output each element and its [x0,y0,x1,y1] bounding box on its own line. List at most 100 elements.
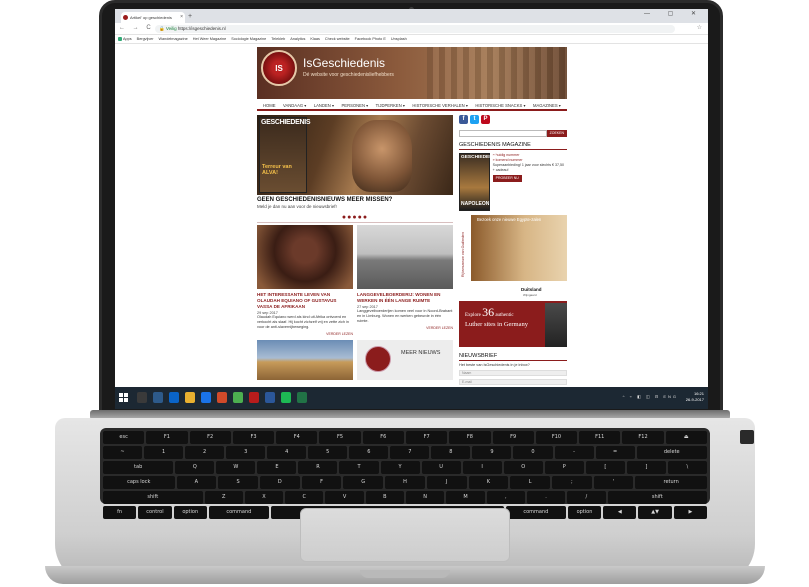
task-view-icon[interactable] [153,392,163,403]
close-icon[interactable]: × [180,12,183,23]
browser-tab-bar: Artikel' op geschiedenis × + — ▢ ✕ [115,9,708,23]
newsletter-heading: NIEUWSBRIEF [459,353,567,361]
word-icon[interactable] [265,392,275,403]
museum-ad[interactable]: Rijksmuseum van Oudheden Bezoek onze nie… [459,215,567,281]
url-field[interactable]: 🔒 Veilig https://isgeschiedenis.nl [155,25,675,33]
try-now-button[interactable]: PROBEER NU [492,175,522,182]
search-input[interactable] [459,130,547,137]
bookmark-item[interactable]: Het Weer Magazine [193,35,226,43]
key: 4 [267,446,307,459]
pyramids-image[interactable] [257,340,353,380]
bookmark-item[interactable]: Telekleb [271,35,285,43]
menu-item-landen[interactable]: LANDEN ▾ [314,101,334,109]
newsletter-email-input[interactable]: E-mail [459,379,567,385]
bookmark-item[interactable]: Wandelmagazine [159,35,188,43]
key: - [554,446,594,459]
bookmark-item[interactable]: Facebook Photo E [355,35,386,43]
hero-slider[interactable]: GESCHIEDENIS Terreur van ALVA! [257,115,453,195]
newsletter-text: Het beste van IsGeschiedenis in je inbox… [459,363,530,367]
luther-ad-top [459,285,567,301]
more-news-box[interactable]: MEER NIEUWS [357,340,453,380]
menu-item-historische-snacks[interactable]: HISTORISCHE SNACKS ▾ [475,101,525,109]
key: F4 [276,431,318,444]
menu-item-vandaag[interactable]: VANDAAG ▾ [283,101,306,109]
key: I [462,461,502,474]
header-artwork [427,47,567,99]
article-title[interactable]: HET INTERESSANTE LEVEN VAN OLAUDAH EQUIA… [257,292,353,310]
newsletter-name-input[interactable]: Naam [459,370,567,376]
menu-item-magazines[interactable]: MAGAZINES ▾ [533,101,561,109]
luther-ad-logo-sub: Wijngaard [523,293,537,297]
key: caps lock [103,476,175,489]
twitter-icon[interactable]: t [470,115,479,124]
article-cards: HET INTERESSANTE LEVEN VAN OLAUDAH EQUIA… [257,222,453,336]
file-explorer-icon[interactable] [185,392,195,403]
luther-ad-number: 36 [482,305,495,319]
key: 9 [472,446,512,459]
magazine-cover-title: GESCHIEDENIS [461,155,498,160]
more-news-label[interactable]: MEER NIEUWS [401,350,441,356]
spotify-icon[interactable] [281,392,291,403]
key: F3 [232,431,275,444]
nav-buttons[interactable]: ← → C [119,25,154,31]
edge-icon[interactable] [169,392,179,403]
carousel-dots[interactable]: ●●●●● [257,214,453,221]
search-icon[interactable] [137,392,147,403]
luther-ad[interactable]: Duitsland Wijngaard Explore 36 authentic… [459,285,567,347]
article-image[interactable] [357,225,453,289]
site-title[interactable]: IsGeschiedenis [303,56,385,70]
bookmark-item[interactable]: Sociologie Magazine [231,35,266,43]
pinterest-icon[interactable]: P [481,115,490,124]
key: J [426,476,467,489]
star-icon[interactable]: ☆ [697,24,702,31]
luther-ad-logo: Duitsland [521,287,542,292]
key: ⏏ [665,431,707,444]
key: 5 [308,446,348,459]
chrome-icon[interactable] [233,392,243,403]
key: return [635,476,707,489]
bookmark-item[interactable]: Analytics [290,35,305,43]
article-image[interactable] [257,225,353,289]
browser-tab[interactable]: Artikel' op geschiedenis × [121,12,185,23]
bookmark-item[interactable]: Check website [325,35,350,43]
key: ◀ [603,506,637,519]
hero-title[interactable]: GEEN GESCHIEDENISNIEUWS MEER MISSEN? [257,197,453,203]
office-icon[interactable] [217,392,227,403]
key: G [343,476,384,489]
windows-start-icon[interactable] [119,393,128,402]
magazine-cover[interactable]: GESCHIEDENIS NAPOLEON [459,153,497,211]
key: E [257,461,297,474]
menu-item-historische-verhalen[interactable]: HISTORISCHE VERHALEN ▾ [412,101,468,109]
menu-item-home[interactable]: HOME [263,101,276,109]
bookmark-item[interactable]: Bergvijver [137,35,154,43]
app-icon[interactable] [249,392,259,403]
key: [ [585,461,625,474]
read-more-link[interactable]: VERDER LEZEN [357,326,453,330]
system-tray[interactable]: ^ ⌁ ◧ ◫ ⊟ ENG [623,394,678,399]
bookmark-item[interactable]: Apps [118,35,132,43]
read-more-link[interactable]: VERDER LEZEN [257,332,353,336]
search-button[interactable]: ZOEKEN [546,130,567,137]
keyboard-row: caps lock A S D F G H J K L; ' return [103,476,707,489]
taskbar-clock[interactable]: 16:21 26-9-2017 [686,391,704,403]
excel-icon[interactable] [297,392,307,403]
window-controls[interactable]: — ▢ ✕ [644,10,704,17]
facebook-icon[interactable]: f [459,115,468,124]
key: F8 [449,431,491,444]
new-tab-button[interactable]: + [188,12,192,21]
magazine-offer: Superaanbieding! 1 jaar voor slechts € 3… [492,163,564,172]
key: 0 [513,446,553,459]
article-card[interactable]: HET INTERESSANTE LEVEN VAN OLAUDAH EQUIA… [257,225,353,336]
article-card[interactable]: LANGGEVELBOERDERIJ: WONEN EN WERKEN IN É… [357,225,453,336]
social-icons: f t P [459,115,567,124]
url-text: https://isgeschiedenis.nl [177,26,226,31]
bookmark-item[interactable]: Unsplash [391,35,407,43]
bookmark-item[interactable]: Klaas [310,35,320,43]
menu-item-tijdperken[interactable]: TIJDPERKEN ▾ [376,101,405,109]
menu-item-personen[interactable]: PERSONEN ▾ [341,101,368,109]
store-icon[interactable] [201,392,211,403]
site-logo[interactable]: IS [261,50,297,86]
main-column: GESCHIEDENIS Terreur van ALVA! GEEN GESC… [257,115,453,380]
article-title[interactable]: LANGGEVELBOERDERIJ: WONEN EN WERKEN IN É… [357,292,453,304]
sidebar: f t P ZOEKEN GESCHIEDENIS MAGAZINE GESCH… [459,115,567,385]
